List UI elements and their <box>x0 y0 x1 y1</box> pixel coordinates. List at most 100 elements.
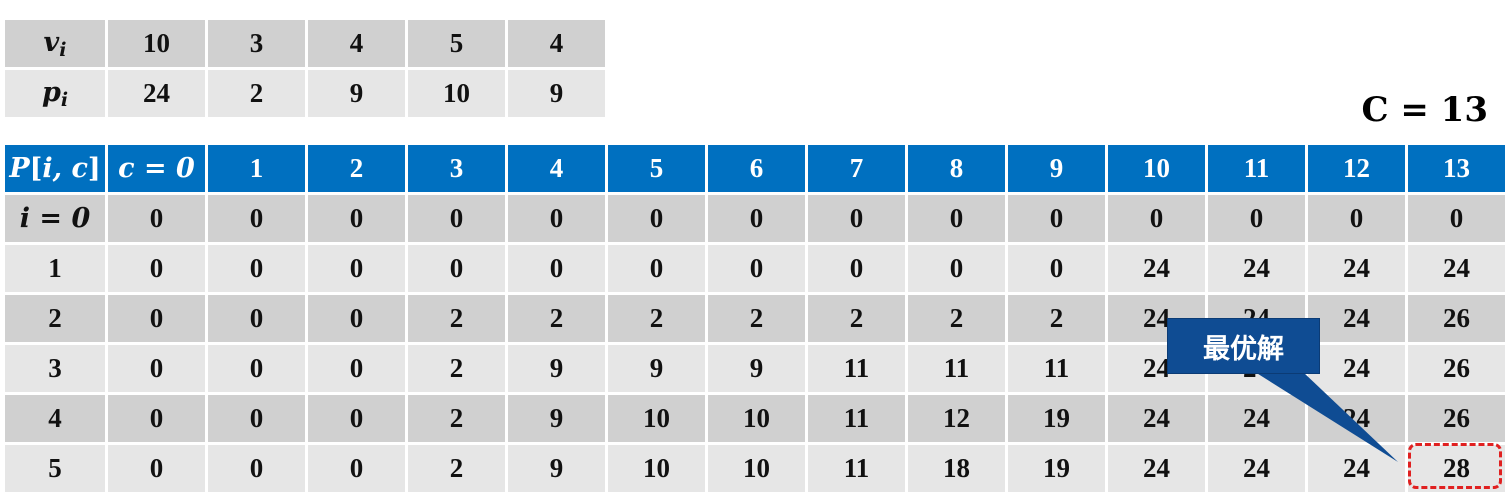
dp-cell: 0 <box>908 245 1005 292</box>
dp-cell: 0 <box>108 395 205 442</box>
dp-row-label: 2 <box>5 295 105 342</box>
v-cell: 4 <box>508 20 605 67</box>
dp-cell: 24 <box>1208 245 1305 292</box>
dp-cell: 2 <box>608 295 705 342</box>
dp-cell: 9 <box>708 345 805 392</box>
dp-cell: 11 <box>808 395 905 442</box>
dp-cell: 24 <box>1208 445 1305 492</box>
optimal-solution-callout: 最优解 <box>1167 318 1320 374</box>
v-cell: 5 <box>408 20 505 67</box>
dp-cell: 0 <box>208 245 305 292</box>
dp-header-row: P[i, c] c = 0 1 2 3 4 5 6 7 8 9 10 11 12 13 <box>5 145 1505 192</box>
dp-cell: 0 <box>808 245 905 292</box>
dp-row-label: 4 <box>5 395 105 442</box>
dp-col-header: 5 <box>608 145 705 192</box>
v-cell: 4 <box>308 20 405 67</box>
dp-cell: 10 <box>708 395 805 442</box>
dp-cell: 0 <box>208 195 305 242</box>
dp-cell: 2 <box>708 295 805 342</box>
dp-cell: 10 <box>608 445 705 492</box>
dp-col-header: 11 <box>1208 145 1305 192</box>
dp-cell: 10 <box>708 445 805 492</box>
dp-col-header: 4 <box>508 145 605 192</box>
dp-cell: 24 <box>1308 245 1405 292</box>
dp-cell: 24 <box>1108 445 1205 492</box>
dp-cell: 0 <box>708 195 805 242</box>
dp-cell: 9 <box>608 345 705 392</box>
dp-row-label: 1 <box>5 245 105 292</box>
dp-cell: 0 <box>108 445 205 492</box>
dp-col-header: 1 <box>208 145 305 192</box>
dp-cell: 0 <box>108 295 205 342</box>
item-row-v: vi 10 3 4 5 4 <box>5 20 605 67</box>
dp-cell: 0 <box>108 195 205 242</box>
dp-row: 5 0 0 0 2 9 10 10 11 18 19 24 24 24 28 <box>5 445 1505 492</box>
dp-cell: 26 <box>1408 395 1505 442</box>
dp-col-header: 9 <box>1008 145 1105 192</box>
dp-row: i = 000000000000000 <box>5 195 1505 242</box>
dp-cell: 0 <box>308 245 405 292</box>
dp-cell: 2 <box>908 295 1005 342</box>
dp-cell: 26 <box>1408 345 1505 392</box>
dp-cell: 11 <box>1008 345 1105 392</box>
dp-cell: 0 <box>308 295 405 342</box>
dp-col-header: 8 <box>908 145 1005 192</box>
dp-cell: 0 <box>108 245 205 292</box>
dp-cell: 24 <box>1408 245 1505 292</box>
dp-cell: 18 <box>908 445 1005 492</box>
p-cell: 24 <box>108 70 205 117</box>
item-table: vi 10 3 4 5 4 pi 24 2 9 10 9 <box>2 17 608 120</box>
dp-cell: 0 <box>1108 195 1205 242</box>
dp-col-header-zero: c = 0 <box>108 145 205 192</box>
dp-col-header: 6 <box>708 145 805 192</box>
dp-cell: 0 <box>108 345 205 392</box>
dp-cell: 2 <box>408 395 505 442</box>
dp-cell: 0 <box>1008 245 1105 292</box>
dp-cell: 11 <box>808 445 905 492</box>
optimal-cell-highlight <box>1408 443 1502 489</box>
dp-cell: 2 <box>508 295 605 342</box>
p-cell: 2 <box>208 70 305 117</box>
dp-cell: 0 <box>708 245 805 292</box>
dp-cell: 0 <box>508 195 605 242</box>
dp-cell: 0 <box>1008 195 1105 242</box>
dp-cell: 2 <box>408 295 505 342</box>
dp-cell: 0 <box>908 195 1005 242</box>
dp-col-header: 3 <box>408 145 505 192</box>
dp-corner-header: P[i, c] <box>5 145 105 192</box>
v-cell: 10 <box>108 20 205 67</box>
dp-cell: 0 <box>308 445 405 492</box>
dp-row-label: i = 0 <box>5 195 105 242</box>
dp-cell: 24 <box>1308 445 1405 492</box>
dp-cell: 12 <box>908 395 1005 442</box>
dp-cell: 0 <box>1408 195 1505 242</box>
p-row-label: pi <box>5 70 105 117</box>
dp-cell: 0 <box>208 395 305 442</box>
dp-cell: 10 <box>608 395 705 442</box>
dp-cell: 24 <box>1108 245 1205 292</box>
dp-cell: 11 <box>908 345 1005 392</box>
v-row-label: vi <box>5 20 105 67</box>
dp-cell: 9 <box>508 395 605 442</box>
dp-cell: 0 <box>208 445 305 492</box>
dp-cell: 19 <box>1008 445 1105 492</box>
dp-col-header: 2 <box>308 145 405 192</box>
dp-col-header: 7 <box>808 145 905 192</box>
dp-cell: 24 <box>1308 295 1405 342</box>
dp-cell: 24 <box>1108 395 1205 442</box>
dp-cell: 0 <box>608 195 705 242</box>
dp-cell: 0 <box>308 395 405 442</box>
dp-cell: 9 <box>508 345 605 392</box>
dp-cell: 0 <box>508 245 605 292</box>
dp-col-header: 10 <box>1108 145 1205 192</box>
capacity-label: C = 13 <box>1361 90 1488 130</box>
dp-cell: 0 <box>208 345 305 392</box>
dp-cell: 2 <box>1008 295 1105 342</box>
item-row-p: pi 24 2 9 10 9 <box>5 70 605 117</box>
dp-cell: 24 <box>1308 395 1405 442</box>
dp-cell: 2 <box>408 445 505 492</box>
dp-row-label: 5 <box>5 445 105 492</box>
dp-cell: 2 <box>808 295 905 342</box>
dp-row: 4 0 0 0 2 9 10 10 11 12 19 24 24 24 26 <box>5 395 1505 442</box>
dp-cell: 2 <box>408 345 505 392</box>
